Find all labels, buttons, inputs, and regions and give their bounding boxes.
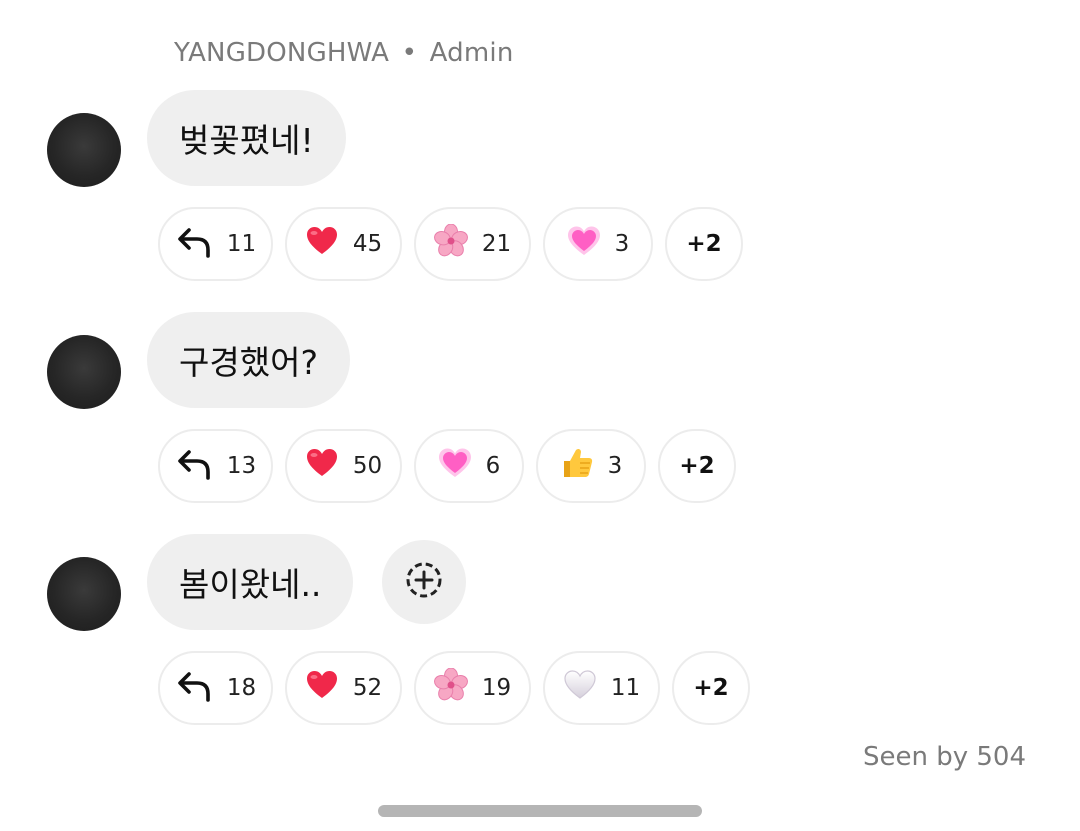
avatar[interactable] [47, 557, 121, 631]
reaction-chip[interactable]: 45 [285, 207, 402, 281]
reaction-count: 50 [352, 453, 383, 479]
growing-heart-icon [567, 225, 601, 263]
reaction-chip[interactable]: 50 [285, 429, 402, 503]
reaction-count: 6 [485, 453, 501, 479]
more-reactions-chip[interactable]: +2 [658, 429, 736, 503]
reaction-chip[interactable]: 11 [543, 651, 660, 725]
reaction-count: 21 [481, 231, 512, 257]
reply-count: 13 [226, 453, 257, 479]
message-bubble[interactable]: 구경했어? [147, 312, 350, 408]
message-text: 봄이왔네.. [179, 565, 322, 604]
reaction-bar: 11 45 21 3 +2 [158, 207, 743, 281]
reaction-count: 45 [352, 231, 383, 257]
reaction-bar: 18 52 19 11 +2 [158, 651, 750, 725]
thumbs-up-icon [560, 446, 594, 486]
white-heart-icon [563, 669, 597, 707]
more-reactions-label: +2 [686, 231, 722, 257]
more-reactions-chip[interactable]: +2 [665, 207, 743, 281]
red-heart-icon [305, 669, 339, 707]
home-indicator[interactable] [378, 805, 702, 817]
separator-dot: • [401, 38, 418, 68]
add-reaction-icon [404, 560, 444, 604]
chat-thread: YANGDONGHWA • Admin 벚꽃폈네! 11 45 21 3 +2 … [0, 0, 1080, 831]
sender-header: YANGDONGHWA • Admin [174, 38, 514, 68]
seen-by-count[interactable]: Seen by 504 [863, 742, 1026, 772]
red-heart-icon [305, 225, 339, 263]
cherry-blossom-icon [433, 667, 468, 708]
avatar[interactable] [47, 113, 121, 187]
reply-arrow-icon [175, 224, 213, 264]
reply-count: 11 [226, 231, 257, 257]
reaction-chip[interactable]: 21 [414, 207, 531, 281]
message-text: 구경했어? [179, 343, 318, 382]
message-text: 벚꽃폈네! [179, 121, 314, 160]
message-bubble[interactable]: 벚꽃폈네! [147, 90, 346, 186]
reply-chip[interactable]: 18 [158, 651, 273, 725]
reply-chip[interactable]: 13 [158, 429, 273, 503]
reply-arrow-icon [175, 446, 213, 486]
more-reactions-label: +2 [679, 453, 715, 479]
reaction-chip[interactable]: 19 [414, 651, 531, 725]
avatar[interactable] [47, 335, 121, 409]
reaction-chip[interactable]: 52 [285, 651, 402, 725]
reaction-count: 11 [610, 675, 641, 701]
message-bubble[interactable]: 봄이왔네.. [147, 534, 354, 630]
reply-chip[interactable]: 11 [158, 207, 273, 281]
more-reactions-chip[interactable]: +2 [672, 651, 750, 725]
reaction-chip[interactable]: 3 [543, 207, 653, 281]
reply-count: 18 [226, 675, 257, 701]
reaction-count: 3 [614, 231, 630, 257]
reaction-count: 3 [607, 453, 623, 479]
reaction-chip[interactable]: 6 [414, 429, 524, 503]
sender-name[interactable]: YANGDONGHWA [174, 38, 389, 68]
reaction-count: 52 [352, 675, 383, 701]
add-reaction-button[interactable] [382, 540, 466, 624]
more-reactions-label: +2 [693, 675, 729, 701]
sender-role: Admin [429, 38, 514, 68]
reply-arrow-icon [175, 668, 213, 708]
reaction-count: 19 [481, 675, 512, 701]
red-heart-icon [305, 447, 339, 485]
reaction-chip[interactable]: 3 [536, 429, 646, 503]
growing-heart-icon [438, 447, 472, 485]
cherry-blossom-icon [433, 223, 468, 264]
reaction-bar: 13 50 6 3 +2 [158, 429, 736, 503]
